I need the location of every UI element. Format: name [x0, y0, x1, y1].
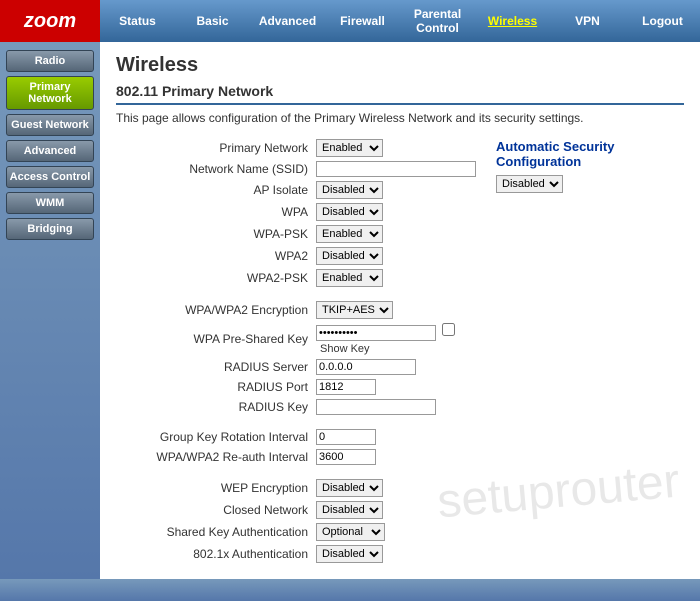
form-label: WPA-PSK: [116, 227, 316, 241]
sidebar-btn-wmm[interactable]: WMM: [6, 192, 94, 214]
form-control: EnabledDisabled: [316, 269, 383, 287]
form-control: [316, 359, 416, 375]
form-control: EnabledDisabled: [316, 203, 383, 221]
form-label: Primary Network: [116, 141, 316, 155]
sidebar-btn-radio[interactable]: Radio: [6, 50, 94, 72]
form-row: WPA/WPA2 Re-auth Interval: [116, 449, 476, 465]
form-row: Shared Key AuthenticationOptionalRequire…: [116, 523, 476, 541]
form-label: WEP Encryption: [116, 481, 316, 495]
form-row: RADIUS Server: [116, 359, 476, 375]
form-control: EnabledDisabled: [316, 479, 383, 497]
form-control: TKIP+AESTKIPAES: [316, 301, 393, 319]
auto-security-select[interactable]: DisabledEnabled: [496, 175, 563, 193]
nav-item-vpn[interactable]: VPN: [550, 10, 625, 32]
nav-item-parental-control[interactable]: Parental Control: [400, 3, 475, 39]
encryption-rows: WPA/WPA2 EncryptionTKIP+AESTKIPAESWPA Pr…: [116, 301, 476, 415]
interval-rows: Group Key Rotation Interval WPA/WPA2 Re-a…: [116, 429, 476, 465]
form-label: WPA Pre-Shared Key: [116, 332, 316, 346]
nav-item-status[interactable]: Status: [100, 10, 175, 32]
form-label: WPA/WPA2 Encryption: [116, 303, 316, 317]
form-row: WPA2EnabledDisabled: [116, 247, 476, 265]
sidebar-btn-bridging[interactable]: Bridging: [6, 218, 94, 240]
form-row: Primary NetworkEnabledDisabled: [116, 139, 476, 157]
form-label: 802.1x Authentication: [116, 547, 316, 561]
status-bar: [0, 579, 700, 601]
form-control: [316, 449, 376, 465]
auto-security-select-container: DisabledEnabled: [496, 175, 684, 193]
form-label: WPA2: [116, 249, 316, 263]
wep-rows: WEP EncryptionEnabledDisabledClosed Netw…: [116, 479, 476, 563]
main-rows: Primary NetworkEnabledDisabledNetwork Na…: [116, 139, 476, 287]
form-control: [316, 429, 376, 445]
form-row: WPA Pre-Shared Key Show Key: [116, 323, 476, 355]
nav-item-wireless[interactable]: Wireless: [475, 10, 550, 32]
form-row: RADIUS Port: [116, 379, 476, 395]
form-label: RADIUS Server: [116, 360, 316, 374]
form-label: Shared Key Authentication: [116, 525, 316, 539]
nav-item-basic[interactable]: Basic: [175, 10, 250, 32]
form-label: Group Key Rotation Interval: [116, 430, 316, 444]
form-label: RADIUS Port: [116, 380, 316, 394]
page-title: Wireless: [116, 54, 684, 77]
form-control: OptionalRequired: [316, 523, 385, 541]
form-label: RADIUS Key: [116, 400, 316, 414]
logo: zoom: [0, 0, 100, 42]
form-row: RADIUS Key: [116, 399, 476, 415]
form-row: Closed NetworkEnabledDisabled: [116, 501, 476, 519]
form-right: Automatic Security Configuration Disable…: [496, 139, 684, 567]
form-control: EnabledDisabled: [316, 181, 383, 199]
logo-text: zoom: [24, 10, 76, 33]
form-label: WPA2-PSK: [116, 271, 316, 285]
form-control: [316, 399, 436, 415]
form-label: Closed Network: [116, 503, 316, 517]
sidebar: Radio Primary Network Guest Network Advance…: [0, 42, 100, 579]
form-left: Primary NetworkEnabledDisabledNetwork Na…: [116, 139, 476, 567]
form-label: WPA: [116, 205, 316, 219]
form-row: AP IsolateEnabledDisabled: [116, 181, 476, 199]
sidebar-btn-access-control[interactable]: Access Control: [6, 166, 94, 188]
form-row: Group Key Rotation Interval: [116, 429, 476, 445]
form-control: [316, 379, 376, 395]
page-description: This page allows configuration of the Pr…: [116, 111, 684, 125]
nav-links: StatusBasicAdvancedFirewallParental Cont…: [100, 0, 700, 42]
form-row: 802.1x AuthenticationEnabledDisabled: [116, 545, 476, 563]
nav-item-logout[interactable]: Logout: [625, 10, 700, 32]
nav-item-firewall[interactable]: Firewall: [325, 10, 400, 32]
show-key-checkbox[interactable]: [442, 323, 455, 336]
form-label: AP Isolate: [116, 183, 316, 197]
nav-item-advanced[interactable]: Advanced: [250, 10, 325, 32]
auto-security-title: Automatic Security Configuration: [496, 139, 684, 169]
form-row: WPA2-PSKEnabledDisabled: [116, 269, 476, 287]
form-row: WPAEnabledDisabled: [116, 203, 476, 221]
form-row: Network Name (SSID): [116, 161, 476, 177]
form-control: EnabledDisabled: [316, 501, 383, 519]
form-control: EnabledDisabled: [316, 225, 383, 243]
section-title: 802.11 Primary Network: [116, 83, 684, 105]
form-control: EnabledDisabled: [316, 247, 383, 265]
form-row: WEP EncryptionEnabledDisabled: [116, 479, 476, 497]
form-control: Show Key: [316, 323, 476, 355]
form-control: EnabledDisabled: [316, 545, 383, 563]
sidebar-btn-guest-network[interactable]: Guest Network: [6, 114, 94, 136]
form-label: WPA/WPA2 Re-auth Interval: [116, 450, 316, 464]
show-key-label: Show Key: [320, 343, 370, 355]
top-navigation: zoom StatusBasicAdvancedFirewallParental…: [0, 0, 700, 42]
page-layout: Radio Primary Network Guest Network Advance…: [0, 42, 700, 579]
sidebar-btn-advanced[interactable]: Advanced: [6, 140, 94, 162]
sidebar-btn-primary-network[interactable]: Primary Network: [6, 76, 94, 110]
form-row: WPA-PSKEnabledDisabled: [116, 225, 476, 243]
form-control: EnabledDisabled: [316, 139, 383, 157]
form-row: WPA/WPA2 EncryptionTKIP+AESTKIPAES: [116, 301, 476, 319]
form-control: [316, 161, 476, 177]
main-content: setuprouter Wireless 802.11 Primary Netw…: [100, 42, 700, 579]
form-area: Primary NetworkEnabledDisabledNetwork Na…: [116, 139, 684, 567]
form-label: Network Name (SSID): [116, 162, 316, 176]
